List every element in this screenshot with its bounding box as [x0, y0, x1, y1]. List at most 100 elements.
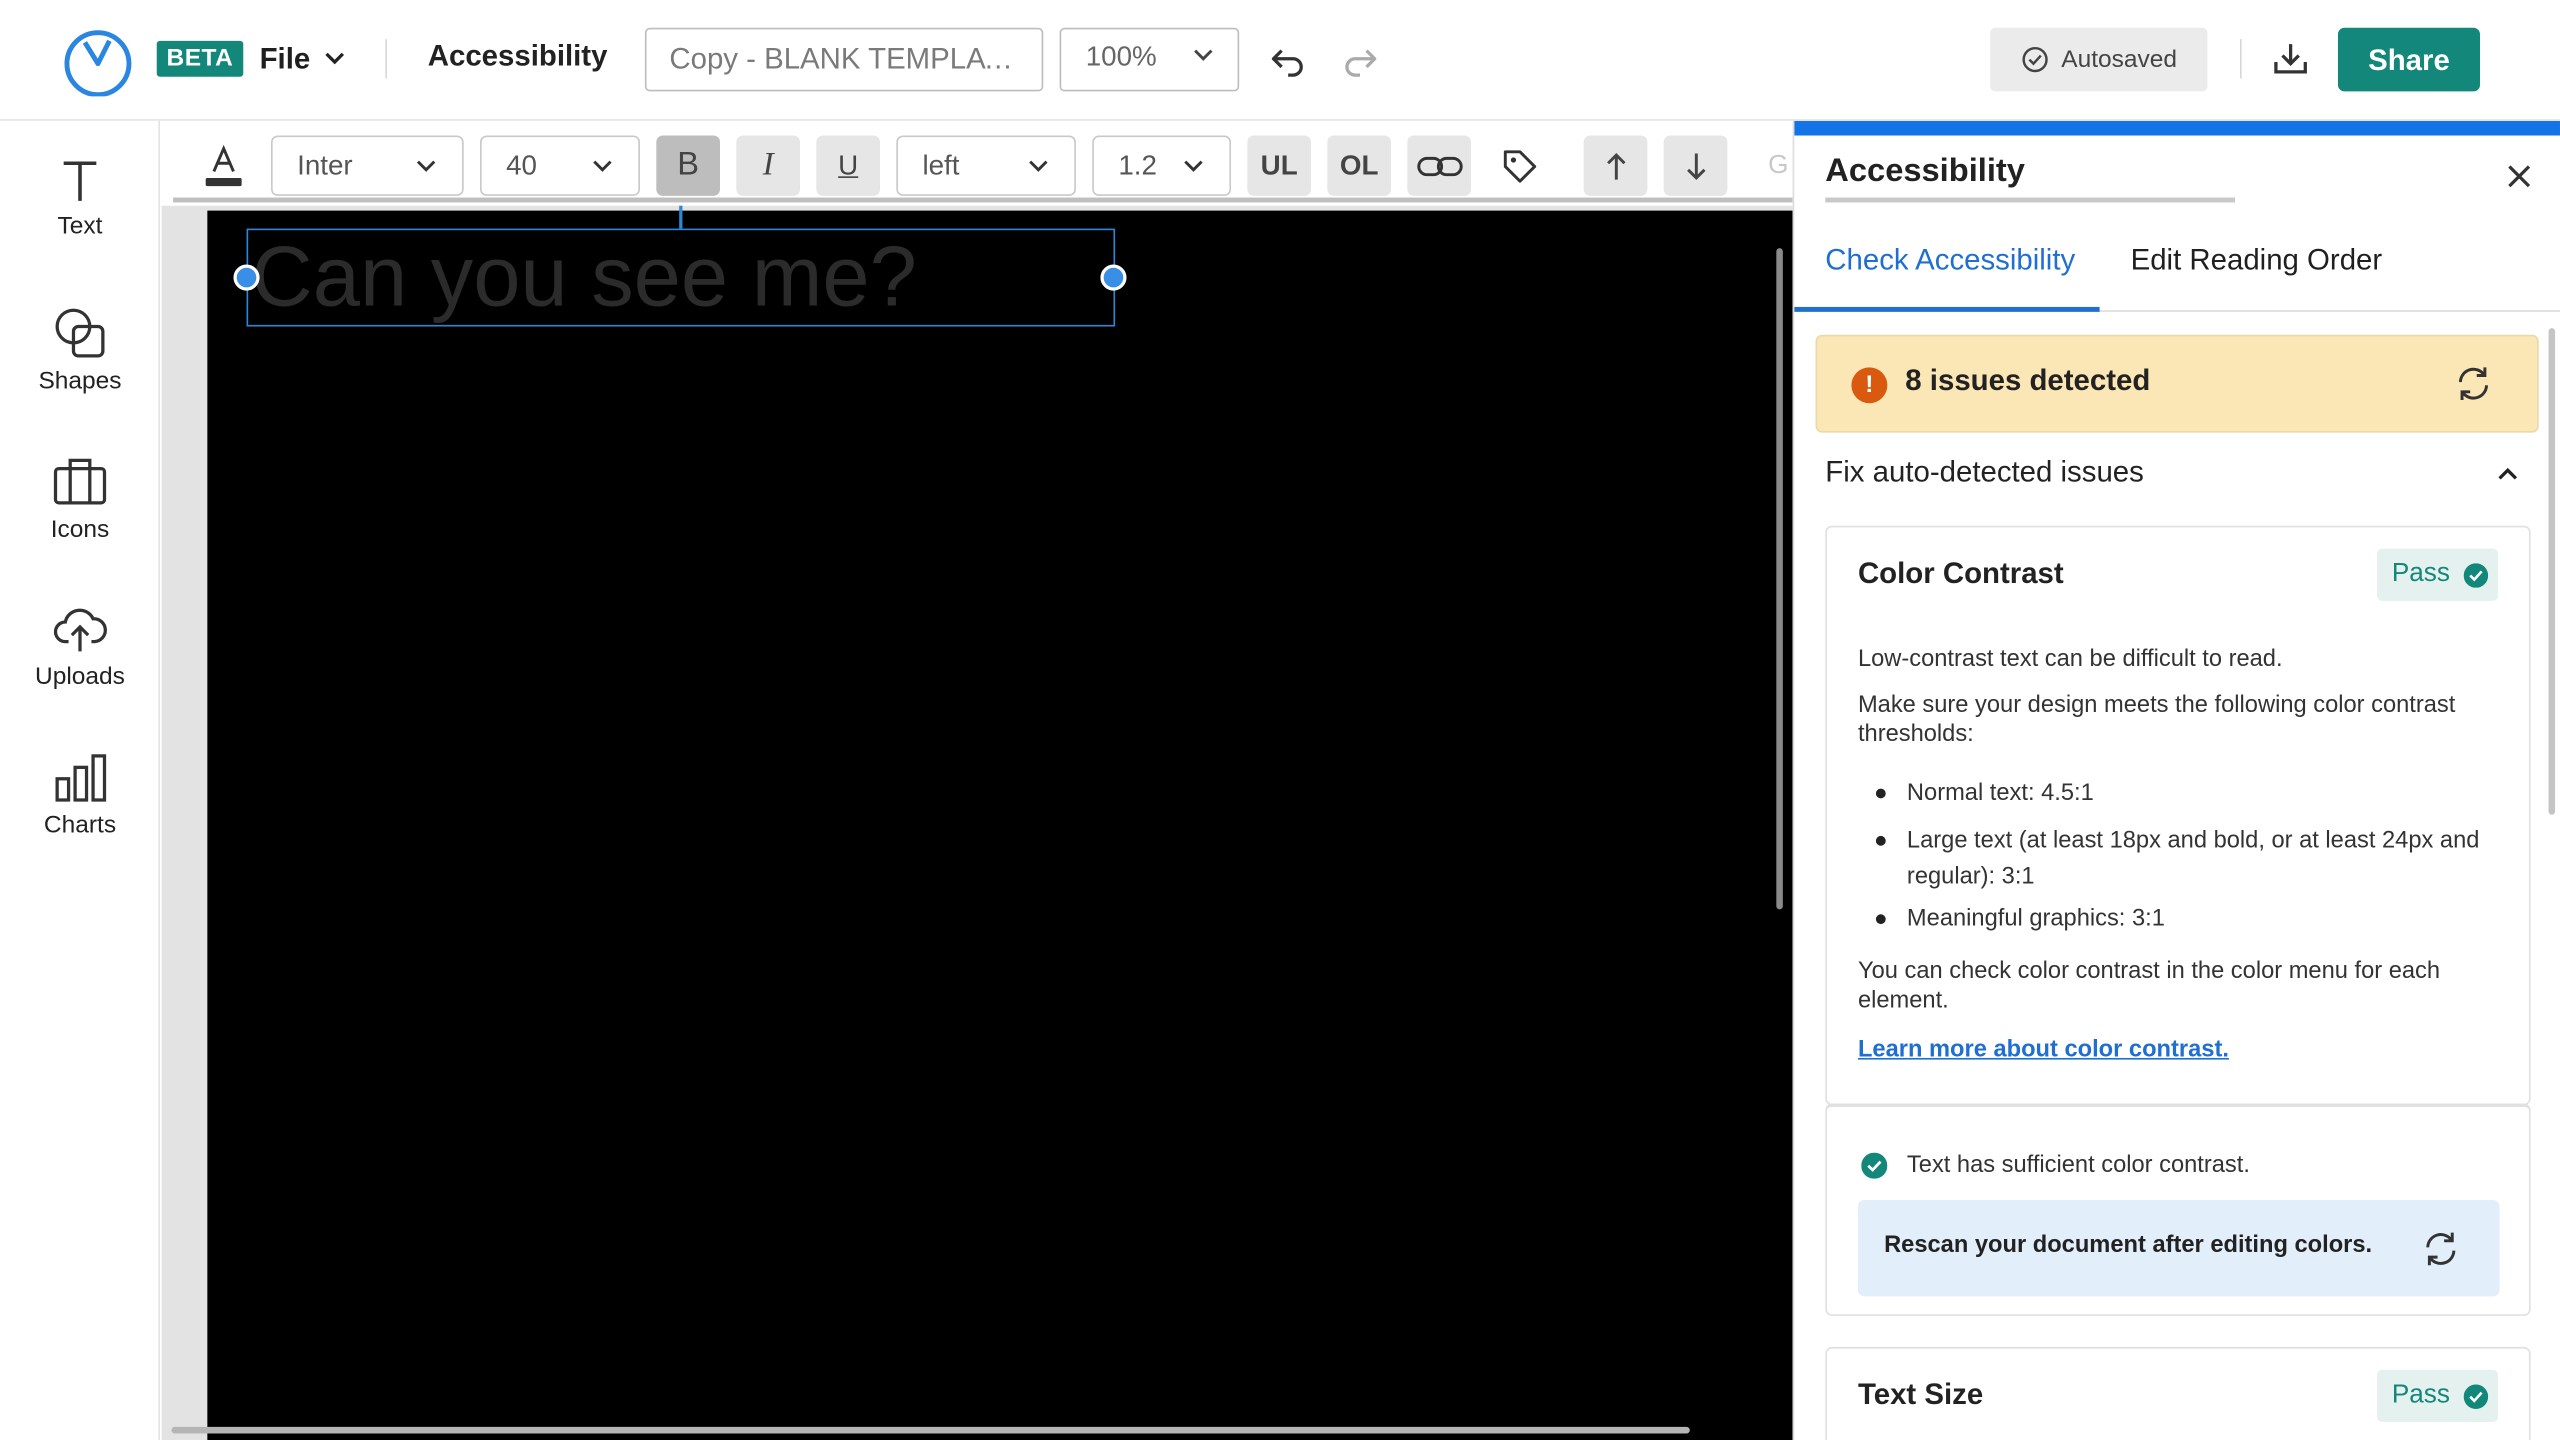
result-row: Text has sufficient color contrast. [1861, 1152, 2250, 1179]
top-bar: BETA File Accessibility Copy - BLANK TEM… [0, 0, 2560, 121]
ordered-list-button[interactable]: OL [1327, 135, 1392, 196]
tool-uploads[interactable]: Uploads [0, 581, 160, 712]
refresh-icon[interactable] [2421, 1229, 2460, 1268]
underline-button[interactable]: U [816, 135, 880, 196]
unordered-list-button[interactable]: UL [1247, 135, 1312, 196]
font-family-value: Inter [297, 149, 353, 181]
share-button[interactable]: Share [2337, 27, 2480, 92]
check-circle-icon [1861, 1152, 1888, 1179]
briefcase-icon [53, 458, 107, 505]
chevron-up-icon[interactable] [2496, 465, 2519, 481]
card-intro: Low-contrast text can be difficult to re… [1857, 646, 2283, 673]
beta-badge: BETA [156, 40, 244, 77]
vertical-scrollbar[interactable] [1776, 248, 1783, 910]
check-circle-icon [2462, 1383, 2488, 1409]
panel-tabs: Check Accessibility Edit Reading Order [1794, 214, 2560, 312]
fix-issues-heading[interactable]: Fix auto-detected issues [1825, 456, 2144, 490]
document-name-input[interactable]: Copy - BLANK TEMPLATE [644, 27, 1044, 92]
tool-sidebar: Text Shapes Icons Uploads Charts [0, 120, 160, 1440]
tool-text[interactable]: Text [0, 137, 160, 268]
tag-button[interactable] [1487, 136, 1551, 196]
text-color-button[interactable] [194, 136, 253, 196]
move-up-button[interactable] [1583, 135, 1648, 196]
threshold-item: Meaningful graphics: 3:1 [1875, 901, 2495, 937]
font-size-value: 40 [506, 149, 538, 181]
divider [2239, 39, 2242, 79]
thresholds-intro: Make sure your design meets the followin… [1857, 692, 2456, 748]
alignment-value: left [922, 149, 960, 181]
result-text: Text has sufficient color contrast. [1906, 1152, 2250, 1179]
autosave-status: Autosaved [1990, 27, 2208, 92]
tool-label: Shapes [38, 367, 122, 396]
line-height-select[interactable]: 1.2 [1092, 135, 1232, 196]
accessibility-panel: Accessibility Check Accessibility Edit R… [1792, 120, 2560, 1440]
refresh-icon[interactable] [2454, 364, 2493, 403]
font-size-select[interactable]: 40 [479, 135, 640, 196]
canvas-area [161, 205, 1793, 1440]
text-size-card: Text Size Pass [1825, 1346, 2531, 1440]
divider [385, 39, 387, 79]
canvas-page[interactable] [207, 210, 1793, 1440]
chevron-down-icon [1029, 159, 1048, 172]
italic-button[interactable]: I [736, 135, 800, 196]
alignment-select[interactable]: left [896, 135, 1076, 196]
tab-edit-reading-order[interactable]: Edit Reading Order [2131, 243, 2383, 277]
warning-icon: ! [1851, 367, 1888, 404]
text-color-icon [205, 144, 242, 186]
format-toolbar: Inter 40 B I U left 1.2 UL OL G [161, 120, 1793, 206]
tag-icon [1503, 149, 1536, 182]
threshold-item: Large text (at least 18px and bold, or a… [1875, 823, 2495, 895]
panel-title-underline [1825, 197, 2236, 203]
file-menu[interactable]: File [260, 36, 347, 82]
rescan-text: Rescan your document after editing color… [1884, 1232, 2373, 1259]
status-label: Pass [2391, 1381, 2450, 1409]
issues-banner: ! 8 issues detected [1815, 334, 2539, 433]
zoom-select[interactable]: 100% [1059, 27, 1240, 92]
bar-chart-icon [55, 754, 107, 802]
font-family-select[interactable]: Inter [271, 135, 464, 196]
undo-icon[interactable] [1267, 39, 1309, 81]
tab-check-accessibility[interactable]: Check Accessibility [1825, 243, 2075, 277]
section-title: Accessibility [427, 39, 608, 72]
tool-shapes[interactable]: Shapes [0, 286, 160, 417]
chevron-down-icon [325, 52, 345, 65]
rescan-notice: Rescan your document after editing color… [1857, 1199, 2500, 1297]
chevron-down-icon [1184, 159, 1203, 172]
canvas-text[interactable]: Can you see me? [251, 230, 916, 325]
close-icon[interactable] [2506, 163, 2532, 189]
chevron-down-icon [593, 159, 612, 172]
status-label: Pass [2391, 559, 2450, 588]
resize-handle-right[interactable] [1100, 264, 1127, 291]
tool-charts[interactable]: Charts [0, 730, 160, 861]
panel-accent-bar [1794, 120, 2560, 136]
arrow-down-icon [1686, 152, 1705, 180]
active-tab-indicator [1794, 306, 2100, 312]
tool-icons[interactable]: Icons [0, 434, 160, 565]
card-title: Color Contrast [1857, 556, 2064, 590]
download-icon[interactable] [2269, 38, 2311, 80]
issues-count: 8 issues detected [1905, 364, 2151, 397]
redo-icon[interactable] [1339, 39, 1381, 81]
tool-label: Icons [50, 515, 110, 544]
selected-text-box[interactable]: Can you see me? [246, 228, 1116, 327]
panel-scrollbar[interactable] [2548, 328, 2556, 815]
resize-handle-left[interactable] [233, 264, 260, 291]
tool-label: Text [57, 212, 103, 240]
cloud-upload-icon [53, 608, 107, 652]
file-menu-label: File [259, 41, 311, 75]
check-circle-icon [2462, 562, 2488, 587]
chevron-down-icon [416, 159, 436, 172]
bold-button[interactable]: B [656, 135, 720, 196]
rotation-stem [679, 205, 682, 229]
card-note: You can check color contrast in the colo… [1857, 958, 2441, 1014]
horizontal-scrollbar[interactable] [171, 1426, 1690, 1434]
link-button[interactable] [1407, 135, 1472, 196]
chevron-down-icon [1194, 49, 1213, 61]
autosave-label: Autosaved [2061, 45, 2178, 74]
app-logo-icon[interactable] [62, 24, 134, 97]
threshold-item: Normal text: 4.5:1 [1875, 776, 2495, 812]
move-down-button[interactable] [1663, 135, 1728, 196]
learn-more-link[interactable]: Learn more about color contrast. [1858, 1037, 2229, 1063]
line-height-value: 1.2 [1118, 149, 1157, 181]
panel-title: Accessibility [1825, 153, 2025, 190]
